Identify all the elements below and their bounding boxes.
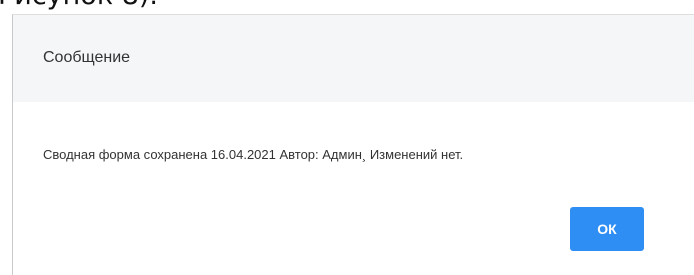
message-dialog: Сообщение Сводная форма сохранена 16.04.… xyxy=(12,14,694,275)
dialog-title: Сообщение xyxy=(43,49,131,66)
background-document-text: Рисунок 8). xyxy=(0,0,158,9)
ok-button[interactable]: ОК xyxy=(570,207,644,251)
dialog-message: Сводная форма сохранена 16.04.2021 Автор… xyxy=(43,147,464,162)
dialog-header: Сообщение xyxy=(13,15,694,102)
